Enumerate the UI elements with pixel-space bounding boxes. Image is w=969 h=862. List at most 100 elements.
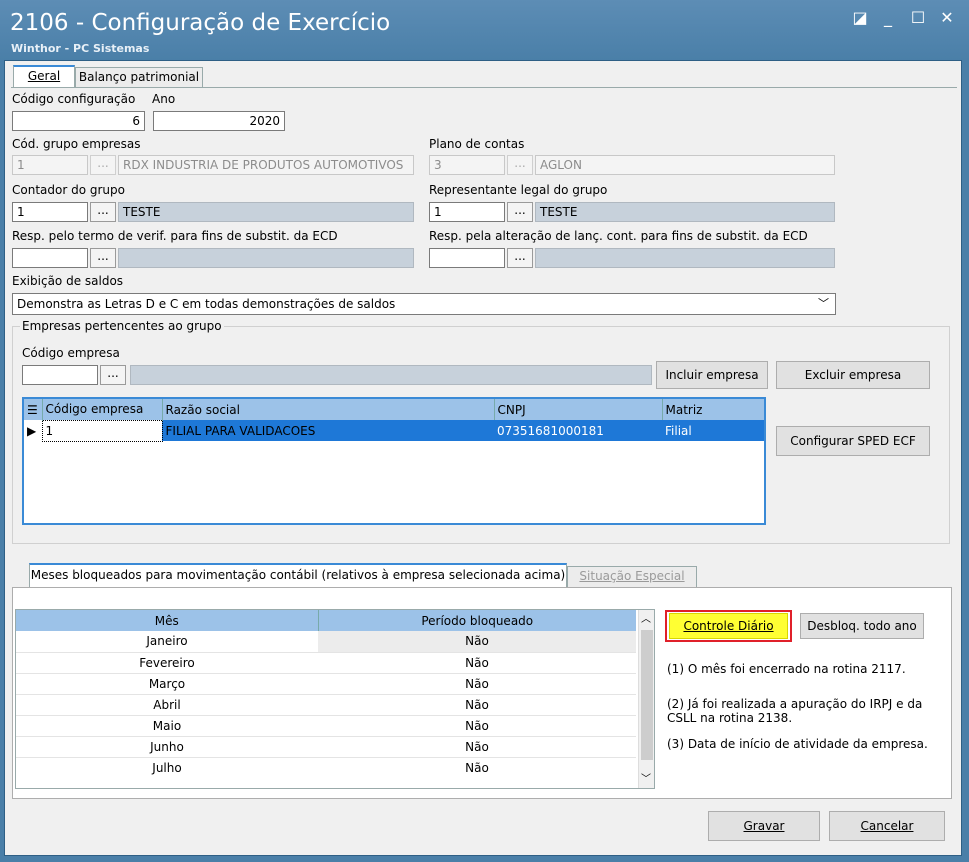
representante-code-input[interactable]: 1 (429, 202, 505, 222)
ano-input[interactable]: 2020 (153, 111, 285, 131)
tab-situacao-label: Situação Especial (579, 569, 685, 583)
col-cnpj[interactable]: CNPJ (494, 399, 663, 420)
cell-bloqueado[interactable]: Não (318, 694, 636, 716)
codigo-empresa-lookup-button[interactable]: ... (100, 365, 126, 385)
table-row[interactable]: Junho Não (16, 736, 636, 758)
cell-mes[interactable]: Maio (16, 715, 318, 737)
meses-grid-header: Mês Período bloqueado (16, 610, 636, 631)
configurar-sped-button[interactable]: Configurar SPED ECF (776, 426, 930, 456)
note-2: (2) Já foi realizada a apuração do IRPJ … (667, 697, 923, 725)
exibicao-label: Exibição de saldos (12, 274, 124, 288)
restore-icon[interactable]: ◪ (848, 8, 872, 27)
resp-alteracao-code-input[interactable] (429, 248, 505, 268)
controle-diario-button[interactable]: Controle Diário (669, 613, 788, 639)
table-row[interactable]: Janeiro Não (16, 631, 636, 653)
contador-label: Contador do grupo (12, 183, 125, 197)
resp-alteracao-lookup-button[interactable]: ... (507, 248, 533, 268)
empresas-grid[interactable]: ☰ Código empresa Razão social CNPJ Matri… (22, 397, 766, 525)
contador-name: TESTE (118, 202, 414, 222)
cell-razao[interactable]: FILIAL PARA VALIDACOES (162, 420, 494, 441)
cell-bloqueado[interactable]: Não (318, 736, 636, 758)
resp-termo-lookup-button[interactable]: ... (90, 248, 116, 268)
grupo-empresas-code-input[interactable]: 1 (12, 155, 88, 175)
table-row[interactable]: Abril Não (16, 694, 636, 716)
tab-meses-label: Meses bloqueados para movimentação contá… (30, 568, 566, 582)
desbloq-todo-ano-label: Desbloq. todo ano (807, 619, 917, 633)
scroll-thumb[interactable] (641, 630, 653, 760)
contador-lookup-button[interactable]: ... (90, 202, 116, 222)
resp-termo-name (118, 248, 414, 268)
controle-diario-label: Controle Diário (683, 619, 774, 633)
window-title: 2106 - Configuração de Exercício (10, 10, 391, 36)
plano-contas-lookup-button[interactable]: ... (507, 155, 533, 175)
col-periodo-bloqueado[interactable]: Período bloqueado (318, 610, 636, 631)
note-1: (1) O mês foi encerrado na rotina 2117. (667, 662, 906, 676)
minimize-icon[interactable]: _ (876, 8, 900, 27)
codigo-config-label: Código configuração (12, 92, 136, 106)
grupo-empresas-label: Cód. grupo empresas (12, 137, 141, 151)
cell-mes[interactable]: Abril (16, 694, 318, 716)
codigo-config-input[interactable]: 6 (12, 111, 145, 131)
tab-geral[interactable]: Geral (13, 65, 75, 87)
incluir-empresa-button[interactable]: Incluir empresa (656, 361, 768, 389)
empresa-name (130, 365, 652, 385)
table-row[interactable]: Maio Não (16, 715, 636, 737)
cell-matriz[interactable]: Filial (662, 420, 764, 441)
table-row[interactable]: Fevereiro Não (16, 652, 636, 674)
resp-alteracao-name (535, 248, 835, 268)
exibicao-value: Demonstra as Letras D e C em todas demon… (17, 297, 396, 311)
cell-bloqueado[interactable]: Não (318, 715, 636, 737)
col-razao-social[interactable]: Razão social (162, 399, 495, 420)
meses-scrollbar[interactable]: ︿ ﹀ (638, 610, 654, 788)
window: 2106 - Configuração de Exercício Winthor… (0, 0, 969, 862)
table-row[interactable]: ▶ 1 FILIAL PARA VALIDACOES 0735168100018… (24, 419, 764, 442)
cell-bloqueado[interactable]: Não (318, 652, 636, 674)
grupo-empresas-lookup-button[interactable]: ... (90, 155, 116, 175)
cell-codigo[interactable]: 1 (41, 419, 163, 442)
cancelar-label: Cancelar (860, 819, 914, 833)
gravar-button[interactable]: Gravar (708, 811, 820, 841)
plano-contas-code-input[interactable]: 3 (429, 155, 505, 175)
contador-code-input[interactable]: 1 (12, 202, 88, 222)
col-mes[interactable]: Mês (16, 610, 319, 631)
maximize-icon[interactable]: ☐ (906, 8, 930, 27)
tab-meses-bloqueados[interactable]: Meses bloqueados para movimentação contá… (29, 563, 567, 587)
codigo-empresa-input[interactable] (22, 365, 98, 385)
exibicao-select[interactable]: Demonstra as Letras D e C em todas demon… (12, 293, 836, 315)
cell-bloqueado[interactable]: Não (318, 673, 636, 695)
representante-label: Representante legal do grupo (429, 183, 608, 197)
tab-situacao-especial[interactable]: Situação Especial (567, 566, 697, 587)
cell-bloqueado[interactable]: Não (318, 757, 636, 778)
resp-alteracao-label: Resp. pela alteração de lanç. cont. para… (429, 229, 808, 243)
meses-grid[interactable]: Mês Período bloqueado Janeiro Não Feverei… (15, 609, 655, 789)
desbloq-todo-ano-button[interactable]: Desbloq. todo ano (800, 613, 924, 639)
cell-mes[interactable]: Março (16, 673, 318, 695)
col-matriz[interactable]: Matriz (662, 399, 764, 420)
resp-termo-label: Resp. pelo termo de verif. para fins de … (12, 229, 338, 243)
excluir-empresa-label: Excluir empresa (804, 368, 902, 382)
title-bar: 2106 - Configuração de Exercício Winthor… (0, 0, 969, 60)
scroll-down-icon[interactable]: ﹀ (641, 770, 651, 785)
cell-cnpj[interactable]: 07351681000181 (494, 420, 662, 441)
gravar-label: Gravar (743, 819, 785, 833)
table-row[interactable]: Julho Não (16, 757, 636, 778)
tab-balanco-patrimonial[interactable]: Balanço patrimonial (75, 67, 203, 87)
scroll-up-icon[interactable]: ︿ (641, 610, 651, 625)
cell-bloqueado[interactable]: Não (318, 631, 636, 653)
cell-mes[interactable]: Julho (16, 757, 318, 778)
cell-mes[interactable]: Janeiro (16, 631, 318, 653)
close-icon[interactable]: ✕ (935, 8, 959, 27)
excluir-empresa-button[interactable]: Excluir empresa (776, 361, 930, 389)
table-row[interactable]: Março Não (16, 673, 636, 695)
empresas-grid-header: ☰ Código empresa Razão social CNPJ Matri… (24, 399, 764, 420)
chevron-down-icon: ﹀ (818, 297, 829, 310)
cell-mes[interactable]: Junho (16, 736, 318, 758)
cell-mes[interactable]: Fevereiro (16, 652, 318, 674)
plano-contas-label: Plano de contas (429, 137, 525, 151)
grid-menu-icon[interactable]: ☰ (24, 399, 43, 420)
cancelar-button[interactable]: Cancelar (829, 811, 945, 841)
col-codigo-empresa[interactable]: Código empresa (42, 399, 163, 420)
resp-termo-code-input[interactable] (12, 248, 88, 268)
codigo-empresa-label: Código empresa (22, 346, 120, 360)
representante-lookup-button[interactable]: ... (507, 202, 533, 222)
